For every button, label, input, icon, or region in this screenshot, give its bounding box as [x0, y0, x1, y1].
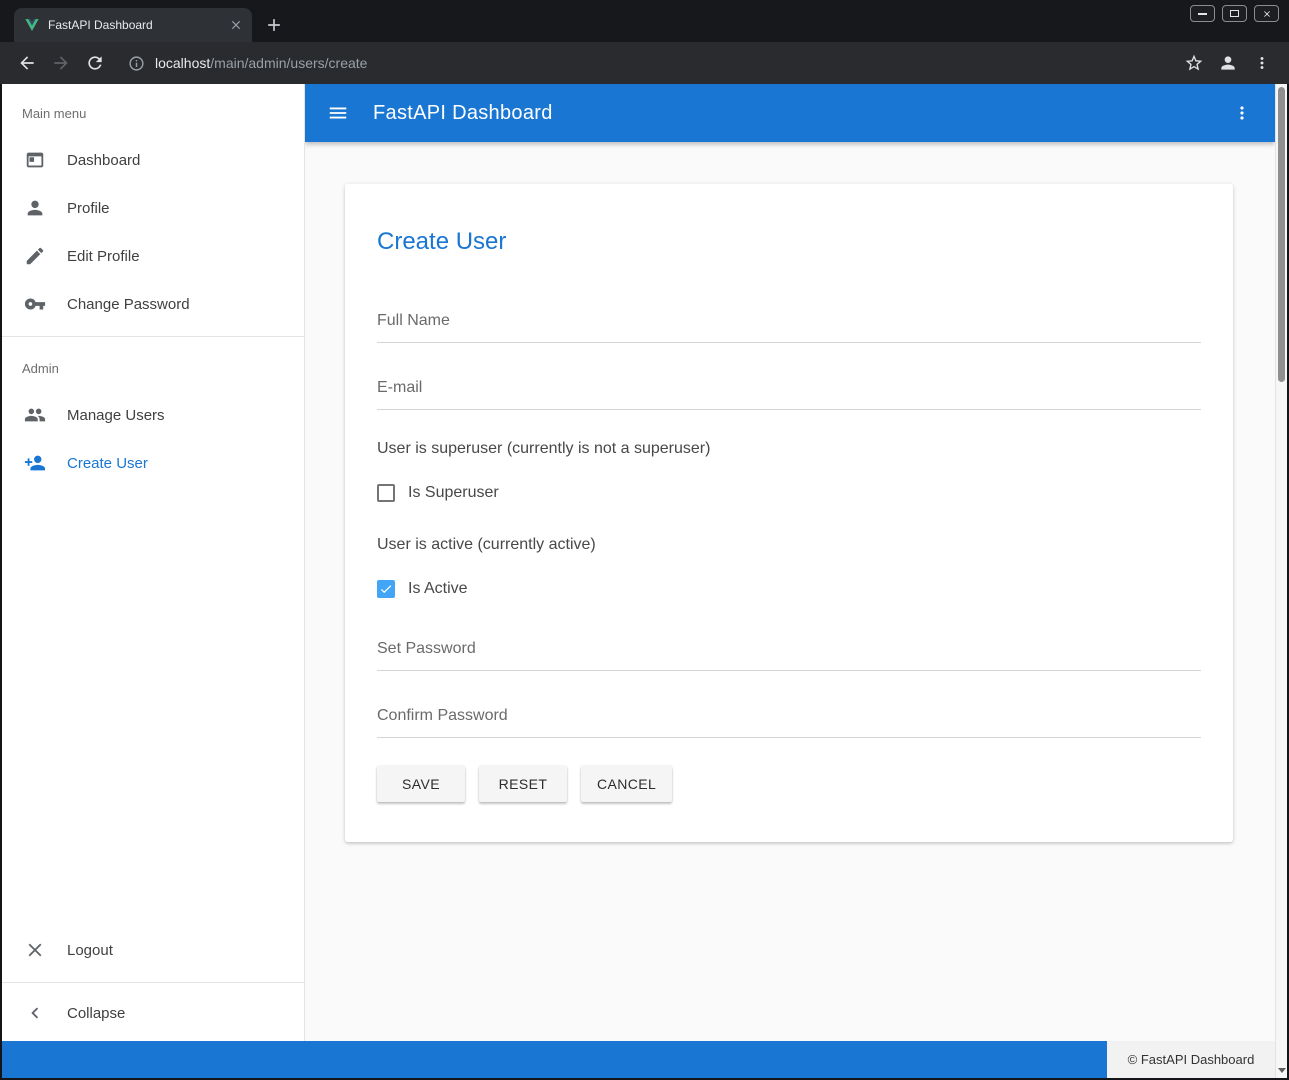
sidebar: Main menu Dashboard Profile Edit Profile…: [2, 84, 305, 1041]
edit-icon: [24, 245, 46, 267]
maximize-icon: [1230, 10, 1239, 17]
sidebar-item-collapse[interactable]: Collapse: [2, 991, 304, 1035]
person-add-icon: [24, 452, 46, 474]
reload-button[interactable]: [78, 46, 112, 80]
url-host: localhost: [155, 55, 210, 71]
kebab-menu-icon: [1232, 103, 1252, 123]
tab-close-icon[interactable]: [228, 17, 244, 33]
save-button[interactable]: SAVE: [377, 766, 465, 802]
main-content: FastAPI Dashboard Create User User is su…: [305, 84, 1275, 1041]
browser-tab-strip: FastAPI Dashboard: [0, 0, 1289, 42]
sidebar-item-label: Change Password: [67, 296, 190, 313]
back-icon: [17, 53, 37, 73]
app-menu-button[interactable]: [1225, 96, 1259, 130]
is-active-checkbox[interactable]: [377, 580, 395, 598]
full-name-field: [377, 308, 1201, 343]
scrollbar-thumb[interactable]: [1278, 87, 1285, 382]
window-controls: [1190, 5, 1279, 22]
sidebar-item-create-user[interactable]: Create User: [2, 439, 304, 487]
divider: [2, 982, 304, 983]
sidebar-section-admin: Admin: [22, 361, 304, 376]
superuser-hint: User is superuser (currently is not a su…: [377, 440, 1201, 458]
set-password-input[interactable]: [377, 636, 1201, 671]
email-input[interactable]: [377, 375, 1201, 410]
sidebar-item-label: Profile: [67, 200, 110, 217]
info-icon: [128, 55, 145, 72]
set-password-field: [377, 636, 1201, 671]
tab-title: FastAPI Dashboard: [48, 18, 220, 32]
footer-copyright-area: © FastAPI Dashboard: [1107, 1041, 1275, 1078]
page-content: Create User User is superuser (currently…: [305, 142, 1275, 842]
browser-toolbar: localhost/main/admin/users/create: [0, 42, 1289, 84]
profile-button[interactable]: [1211, 46, 1245, 80]
maximize-button[interactable]: [1222, 5, 1247, 22]
footer-copyright: © FastAPI Dashboard: [1128, 1052, 1255, 1067]
kebab-menu-icon: [1253, 54, 1271, 72]
sidebar-item-profile[interactable]: Profile: [2, 184, 304, 232]
person-icon: [24, 197, 46, 219]
confirm-password-input[interactable]: [377, 703, 1201, 738]
sidebar-item-logout[interactable]: Logout: [2, 926, 304, 974]
forward-icon: [51, 53, 71, 73]
dashboard-icon: [24, 149, 46, 171]
minimize-icon: [1198, 13, 1207, 15]
sidebar-spacer: [2, 487, 304, 926]
star-icon: [1184, 53, 1204, 73]
sidebar-section-main-menu: Main menu: [22, 106, 304, 121]
browser-window: FastAPI Dashboard localhost/m: [0, 0, 1289, 1080]
sidebar-item-change-password[interactable]: Change Password: [2, 280, 304, 328]
sidebar-item-dashboard[interactable]: Dashboard: [2, 136, 304, 184]
sidebar-item-label: Logout: [67, 942, 113, 959]
close-icon: [1262, 9, 1272, 19]
collapse-icon: [24, 1002, 46, 1024]
reset-button[interactable]: RESET: [479, 766, 567, 802]
hamburger-menu-icon: [327, 102, 349, 124]
sidebar-item-label: Manage Users: [67, 407, 165, 424]
is-active-label: Is Active: [408, 580, 468, 598]
sidebar-item-label: Edit Profile: [67, 248, 140, 265]
address-bar[interactable]: localhost/main/admin/users/create: [120, 47, 1169, 79]
sidebar-item-edit-profile[interactable]: Edit Profile: [2, 232, 304, 280]
email-field: [377, 375, 1201, 410]
profile-icon: [1218, 53, 1238, 73]
sidebar-item-label: Create User: [67, 455, 148, 472]
app-footer: © FastAPI Dashboard: [2, 1041, 1275, 1078]
full-name-input[interactable]: [377, 308, 1201, 343]
app-title: FastAPI Dashboard: [373, 102, 553, 125]
minimize-button[interactable]: [1190, 5, 1215, 22]
page-scrollbar[interactable]: [1275, 84, 1287, 1078]
hamburger-menu-button[interactable]: [321, 96, 355, 130]
browser-tab[interactable]: FastAPI Dashboard: [14, 8, 252, 42]
forward-button[interactable]: [44, 46, 78, 80]
is-superuser-checkbox-row[interactable]: Is Superuser: [377, 484, 1201, 502]
cancel-button[interactable]: CANCEL: [581, 766, 672, 802]
new-tab-button[interactable]: [260, 11, 288, 39]
sidebar-item-manage-users[interactable]: Manage Users: [2, 391, 304, 439]
close-button[interactable]: [1254, 5, 1279, 22]
check-icon: [379, 582, 393, 596]
back-button[interactable]: [10, 46, 44, 80]
is-superuser-checkbox[interactable]: [377, 484, 395, 502]
sidebar-item-label: Dashboard: [67, 152, 140, 169]
reload-icon: [85, 53, 105, 73]
app-toolbar: FastAPI Dashboard: [305, 84, 1275, 142]
active-hint: User is active (currently active): [377, 536, 1201, 554]
browser-menu-button[interactable]: [1245, 46, 1279, 80]
bookmark-button[interactable]: [1177, 46, 1211, 80]
key-icon: [24, 293, 46, 315]
vue-favicon-icon: [24, 17, 40, 33]
divider: [2, 336, 304, 337]
is-superuser-label: Is Superuser: [408, 484, 499, 502]
confirm-password-field: [377, 703, 1201, 738]
scroll-down-icon[interactable]: [1278, 1068, 1286, 1073]
form-actions: SAVE RESET CANCEL: [377, 766, 1201, 802]
url-path: /main/admin/users/create: [210, 55, 367, 71]
people-icon: [24, 404, 46, 426]
logout-icon: [24, 939, 46, 961]
sidebar-item-label: Collapse: [67, 1005, 125, 1022]
is-active-checkbox-row[interactable]: Is Active: [377, 580, 1201, 598]
url-text: localhost/main/admin/users/create: [155, 55, 367, 71]
create-user-card: Create User User is superuser (currently…: [345, 184, 1233, 842]
page-title: Create User: [377, 228, 1201, 256]
